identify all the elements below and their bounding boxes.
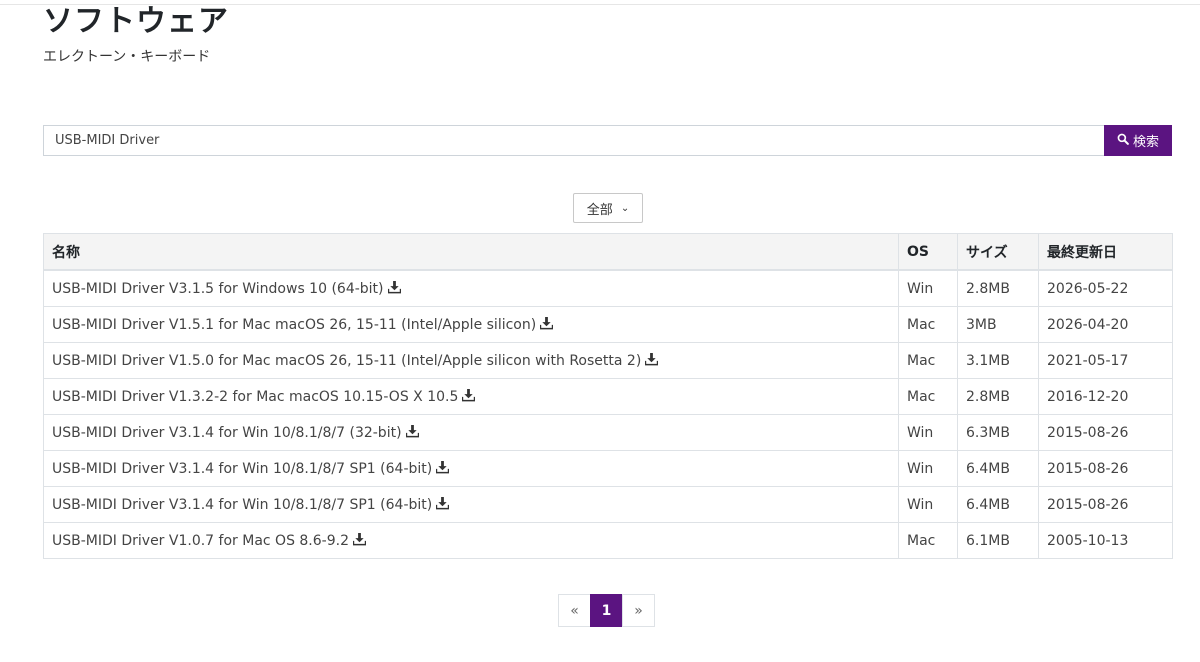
- cell-name: USB-MIDI Driver V1.5.1 for Mac macOS 26,…: [43, 306, 899, 343]
- cell-os: Win: [898, 450, 958, 487]
- cell-size: 3MB: [957, 306, 1039, 343]
- cell-size: 2.8MB: [957, 269, 1039, 307]
- download-link[interactable]: USB-MIDI Driver V3.1.4 for Win 10/8.1/8/…: [52, 496, 450, 513]
- header-size[interactable]: サイズ: [957, 233, 1039, 271]
- cell-size: 3.1MB: [957, 342, 1039, 379]
- download-link[interactable]: USB-MIDI Driver V3.1.4 for Win 10/8.1/8/…: [52, 425, 419, 441]
- cell-date: 2015-08-26: [1038, 414, 1173, 451]
- pagination-prev[interactable]: «: [558, 594, 591, 627]
- cell-os: Mac: [898, 378, 958, 415]
- cell-date: 2021-05-17: [1038, 342, 1173, 379]
- cell-name: USB-MIDI Driver V3.1.4 for Win 10/8.1/8/…: [43, 414, 899, 451]
- search-button[interactable]: 検索: [1104, 125, 1172, 156]
- search-button-label: 検索: [1132, 135, 1159, 150]
- cell-os: Mac: [898, 522, 958, 559]
- cell-name: USB-MIDI Driver V3.1.4 for Win 10/8.1/8/…: [43, 450, 899, 487]
- header-date[interactable]: 最終更新日: [1038, 233, 1173, 271]
- download-link[interactable]: USB-MIDI Driver V1.5.0 for Mac macOS 26,…: [52, 352, 659, 369]
- os-filter-select[interactable]: 全部 ⌄: [573, 193, 643, 223]
- cell-date: 2026-05-22: [1038, 269, 1173, 307]
- cell-size: 6.1MB: [957, 522, 1039, 559]
- cell-date: 2026-04-20: [1038, 306, 1173, 343]
- cell-os: Win: [898, 486, 958, 523]
- table-row: USB-MIDI Driver V1.0.7 for Mac OS 8.6-9.…: [43, 522, 1173, 559]
- chevron-down-icon: ⌄: [620, 202, 630, 214]
- software-name: USB-MIDI Driver V1.0.7 for Mac OS 8.6-9.…: [52, 532, 349, 549]
- cell-name: USB-MIDI Driver V1.3.2-2 for Mac macOS 1…: [43, 378, 899, 415]
- download-icon[interactable]: [645, 353, 659, 366]
- search-bar: 検索: [43, 125, 1172, 156]
- table-row: USB-MIDI Driver V3.1.4 for Win 10/8.1/8/…: [43, 450, 1173, 487]
- software-table: 名称 OS サイズ 最終更新日 USB-MIDI Driver V3.1.5 f…: [43, 233, 1173, 559]
- software-name: USB-MIDI Driver V3.1.4 for Win 10/8.1/8/…: [52, 424, 402, 441]
- software-name: USB-MIDI Driver V3.1.4 for Win 10/8.1/8/…: [52, 496, 433, 513]
- pagination-page-current[interactable]: 1: [590, 594, 623, 627]
- header-os[interactable]: OS: [898, 233, 958, 271]
- pagination-next[interactable]: »: [622, 594, 655, 627]
- table-row: USB-MIDI Driver V3.1.4 for Win 10/8.1/8/…: [43, 414, 1173, 451]
- download-icon[interactable]: [352, 533, 367, 546]
- software-name: USB-MIDI Driver V1.5.1 for Mac macOS 26,…: [52, 316, 537, 333]
- cell-name: USB-MIDI Driver V1.5.0 for Mac macOS 26,…: [43, 342, 899, 379]
- table-row: USB-MIDI Driver V1.3.2-2 for Mac macOS 1…: [43, 378, 1173, 415]
- cell-os: Mac: [898, 306, 958, 343]
- download-icon[interactable]: [387, 281, 401, 294]
- cell-date: 2015-08-26: [1038, 450, 1173, 487]
- software-name: USB-MIDI Driver V1.3.2-2 for Mac macOS 1…: [52, 388, 459, 405]
- cell-date: 2016-12-20: [1038, 378, 1173, 415]
- download-icon[interactable]: [539, 317, 554, 330]
- cell-date: 2005-10-13: [1038, 522, 1173, 559]
- download-link[interactable]: USB-MIDI Driver V1.3.2-2 for Mac macOS 1…: [52, 388, 476, 405]
- cell-size: 6.4MB: [957, 486, 1039, 523]
- filter-selected-value: 全部: [586, 202, 613, 218]
- page-title: ソフトウェア: [43, 4, 229, 39]
- software-name: USB-MIDI Driver V1.5.0 for Mac macOS 26,…: [52, 352, 642, 369]
- cell-size: 6.3MB: [957, 414, 1039, 451]
- cell-date: 2015-08-26: [1038, 486, 1173, 523]
- cell-os: Win: [898, 269, 958, 307]
- cell-size: 2.8MB: [957, 378, 1039, 415]
- download-link[interactable]: USB-MIDI Driver V1.5.1 for Mac macOS 26,…: [52, 316, 554, 333]
- download-link[interactable]: USB-MIDI Driver V3.1.4 for Win 10/8.1/8/…: [52, 460, 450, 477]
- download-icon[interactable]: [435, 461, 450, 474]
- pagination: « 1 »: [558, 594, 655, 627]
- software-name: USB-MIDI Driver V3.1.4 for Win 10/8.1/8/…: [52, 460, 433, 477]
- table-row: USB-MIDI Driver V3.1.4 for Win 10/8.1/8/…: [43, 486, 1173, 523]
- table-row: USB-MIDI Driver V1.5.0 for Mac macOS 26,…: [43, 342, 1173, 379]
- header-name[interactable]: 名称: [43, 233, 899, 271]
- cell-name: USB-MIDI Driver V1.0.7 for Mac OS 8.6-9.…: [43, 522, 899, 559]
- download-icon[interactable]: [462, 389, 476, 402]
- download-icon[interactable]: [405, 425, 419, 438]
- download-link[interactable]: USB-MIDI Driver V3.1.5 for Windows 10 (6…: [52, 281, 401, 297]
- download-icon[interactable]: [435, 497, 450, 510]
- search-icon: [1117, 133, 1129, 149]
- cell-os: Mac: [898, 342, 958, 379]
- cell-name: USB-MIDI Driver V3.1.4 for Win 10/8.1/8/…: [43, 486, 899, 523]
- page-subtitle: エレクトーン・キーボード: [43, 49, 211, 65]
- cell-os: Win: [898, 414, 958, 451]
- table-row: USB-MIDI Driver V3.1.5 for Windows 10 (6…: [43, 269, 1173, 307]
- table-header-row: 名称 OS サイズ 最終更新日: [43, 233, 1173, 271]
- cell-size: 6.4MB: [957, 450, 1039, 487]
- table-row: USB-MIDI Driver V1.5.1 for Mac macOS 26,…: [43, 306, 1173, 343]
- cell-name: USB-MIDI Driver V3.1.5 for Windows 10 (6…: [43, 269, 899, 307]
- search-input[interactable]: [43, 125, 1104, 156]
- download-link[interactable]: USB-MIDI Driver V1.0.7 for Mac OS 8.6-9.…: [52, 532, 367, 549]
- software-name: USB-MIDI Driver V3.1.5 for Windows 10 (6…: [52, 280, 384, 297]
